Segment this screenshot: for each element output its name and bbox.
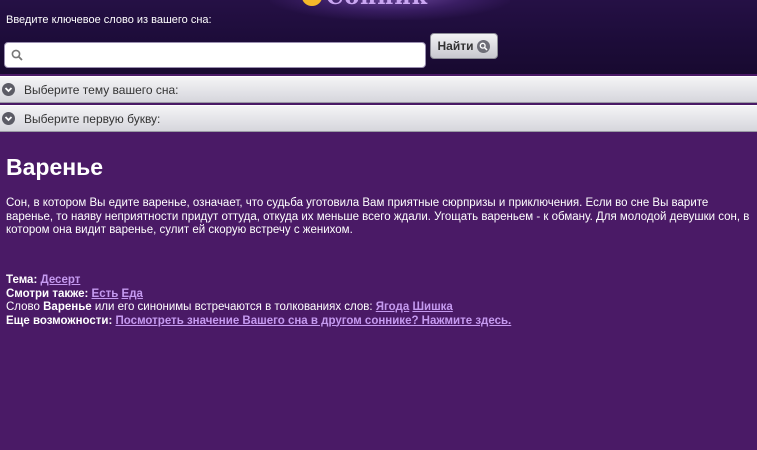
main-content: Варенье Сон, в котором Вы едите варенье,… xyxy=(0,138,757,450)
theme-select-accordion[interactable]: Выберите тему вашего сна: xyxy=(0,76,757,103)
search-field[interactable] xyxy=(4,42,426,68)
site-header: Сонник Введите ключевое слово из вашего … xyxy=(0,0,757,74)
dream-interpretation-text: Сон, в котором Вы едите варенье, означае… xyxy=(6,197,750,236)
search-input[interactable] xyxy=(29,46,423,66)
logo-text-fragment: Сонник xyxy=(326,0,429,8)
letter-select-label: Выберите первую букву: xyxy=(24,112,161,126)
see-also-link[interactable]: Есть xyxy=(92,288,119,300)
synonym-link[interactable]: Шишка xyxy=(412,301,452,313)
site-logo[interactable]: Сонник xyxy=(300,0,470,8)
synonyms-word: Варенье xyxy=(43,301,92,313)
chevron-down-icon xyxy=(2,112,15,125)
search-label: Введите ключевое слово из вашего сна: xyxy=(6,14,212,26)
article-meta: Тема: Десерт Смотри также: Есть Еда Слов… xyxy=(6,274,750,328)
search-icon xyxy=(11,49,23,61)
see-also-link[interactable]: Еда xyxy=(122,288,143,300)
letter-select-accordion[interactable]: Выберите первую букву: xyxy=(0,105,757,132)
synonym-link[interactable]: Ягода xyxy=(376,301,409,313)
theme-select-label: Выберите тему вашего сна: xyxy=(24,83,179,97)
theme-link[interactable]: Десерт xyxy=(40,274,80,286)
synonyms-row: Слово Варенье или его синонимы встречают… xyxy=(6,301,750,315)
see-also-row: Смотри также: Есть Еда xyxy=(6,288,750,302)
other-dreambook-link[interactable]: Посмотреть значение Вашего сна в другом … xyxy=(116,315,512,327)
theme-row: Тема: Десерт xyxy=(6,274,750,288)
chevron-down-icon xyxy=(2,83,15,96)
synonyms-prefix: Слово xyxy=(6,301,40,313)
page-title: Варенье xyxy=(6,154,104,180)
search-icon xyxy=(477,39,491,53)
more-options-label: Еще возможности: xyxy=(6,314,113,327)
synonyms-suffix: или его синонимы встречаются в толковани… xyxy=(94,301,373,313)
more-options-row: Еще возможности: Посмотреть значение Ваш… xyxy=(6,315,750,329)
find-button[interactable]: Найти xyxy=(430,33,498,59)
theme-label: Тема: xyxy=(6,274,38,286)
find-button-label: Найти xyxy=(437,39,474,53)
moon-icon xyxy=(302,0,322,6)
see-also-label: Смотри также: xyxy=(6,287,89,300)
